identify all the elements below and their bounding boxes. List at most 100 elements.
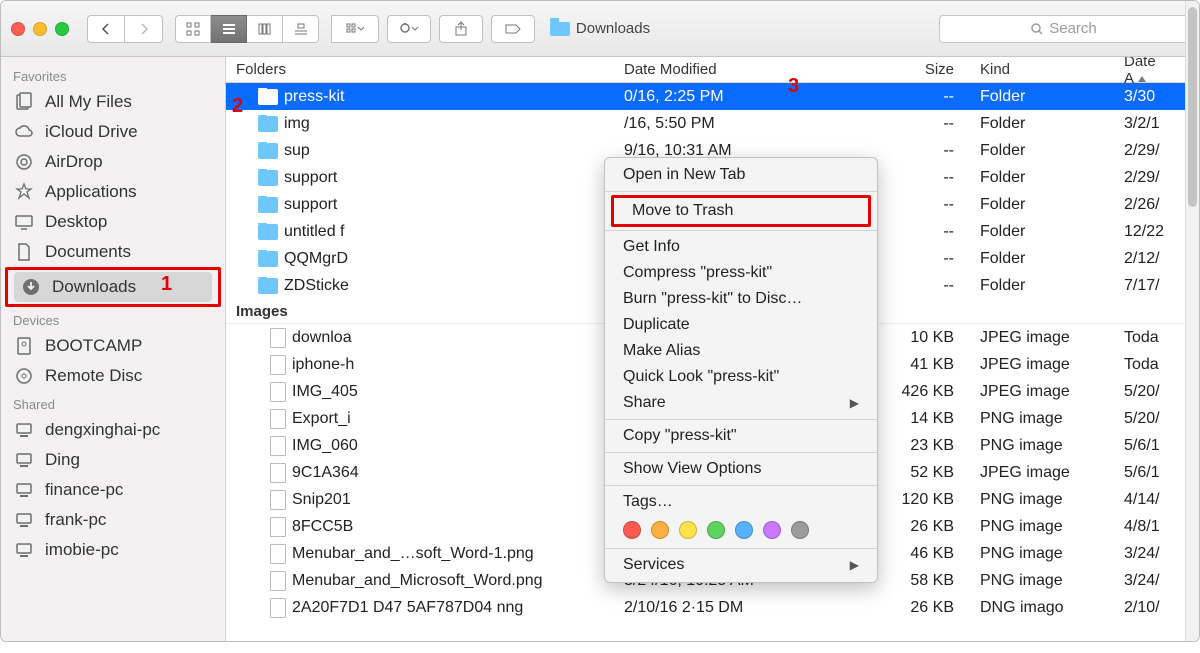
sidebar-item-label: imobie-pc bbox=[45, 540, 119, 560]
tags-button[interactable] bbox=[491, 15, 535, 43]
minimize-icon[interactable] bbox=[33, 22, 47, 36]
sidebar-item-label: Ding bbox=[45, 450, 80, 470]
column-view-button[interactable] bbox=[247, 15, 283, 43]
file-kind: JPEG image bbox=[964, 383, 1114, 401]
sidebar-item-label: Documents bbox=[45, 242, 131, 262]
menu-separator bbox=[605, 452, 877, 453]
vertical-scrollbar[interactable] bbox=[1185, 57, 1199, 641]
tag-color-dot[interactable] bbox=[763, 521, 781, 539]
column-name-header[interactable]: Folders bbox=[226, 61, 614, 78]
sidebar-item-icloud-drive[interactable]: iCloud Drive bbox=[1, 117, 225, 147]
sidebar-item-imobie-pc[interactable]: imobie-pc bbox=[1, 535, 225, 565]
file-added: Toda bbox=[1114, 356, 1164, 374]
tag-color-dot[interactable] bbox=[623, 521, 641, 539]
file-name: IMG_405 bbox=[292, 383, 358, 401]
file-kind: JPEG image bbox=[964, 329, 1114, 347]
menu-item-copy-press-kit[interactable]: Copy "press-kit" bbox=[605, 423, 877, 449]
menu-item-label: Get Info bbox=[623, 238, 680, 256]
file-kind: PNG image bbox=[964, 437, 1114, 455]
disc-icon bbox=[13, 365, 35, 387]
menu-item-compress-press-kit[interactable]: Compress "press-kit" bbox=[605, 260, 877, 286]
file-icon bbox=[270, 436, 286, 456]
menu-separator bbox=[605, 419, 877, 420]
sidebar-item-label: frank-pc bbox=[45, 510, 106, 530]
airdrop-icon bbox=[13, 151, 35, 173]
menu-item-share[interactable]: Share▶ bbox=[605, 390, 877, 416]
file-kind: PNG image bbox=[964, 518, 1114, 536]
back-button[interactable] bbox=[87, 15, 125, 43]
file-kind: Folder bbox=[964, 115, 1114, 133]
share-button[interactable] bbox=[439, 15, 483, 43]
sidebar-item-finance-pc[interactable]: finance-pc bbox=[1, 475, 225, 505]
file-name: img bbox=[284, 115, 310, 133]
zoom-icon[interactable] bbox=[55, 22, 69, 36]
search-input[interactable]: Search bbox=[939, 15, 1189, 43]
file-size: 10 KB bbox=[884, 329, 964, 347]
menu-item-make-alias[interactable]: Make Alias bbox=[605, 338, 877, 364]
tag-color-dot[interactable] bbox=[651, 521, 669, 539]
file-size: -- bbox=[884, 196, 964, 214]
file-added: 4/8/1 bbox=[1114, 518, 1164, 536]
submenu-arrow-icon: ▶ bbox=[850, 558, 859, 572]
menu-item-tags[interactable]: Tags… bbox=[605, 489, 877, 515]
file-icon bbox=[270, 544, 286, 564]
column-kind-header[interactable]: Kind bbox=[964, 61, 1114, 78]
annotation-2: 2 bbox=[232, 95, 243, 118]
sidebar-item-bootcamp[interactable]: BOOTCAMP bbox=[1, 331, 225, 361]
sidebar-item-remote-disc[interactable]: Remote Disc bbox=[1, 361, 225, 391]
file-kind: DNG imago bbox=[964, 599, 1114, 617]
sidebar-item-downloads[interactable]: Downloads bbox=[14, 272, 212, 302]
all-files-icon bbox=[13, 91, 35, 113]
sidebar-item-desktop[interactable]: Desktop bbox=[1, 207, 225, 237]
file-size: 58 KB bbox=[884, 572, 964, 590]
icon-view-button[interactable] bbox=[175, 15, 211, 43]
file-name: Snip201 bbox=[292, 491, 351, 509]
menu-item-get-info[interactable]: Get Info bbox=[605, 234, 877, 260]
tag-color-dot[interactable] bbox=[735, 521, 753, 539]
file-kind: Folder bbox=[964, 196, 1114, 214]
sidebar-item-applications[interactable]: Applications bbox=[1, 177, 225, 207]
action-button[interactable] bbox=[387, 15, 431, 43]
file-added: 5/20/ bbox=[1114, 383, 1164, 401]
list-view-button[interactable] bbox=[211, 15, 247, 43]
sidebar-item-dengxinghai-pc[interactable]: dengxinghai-pc bbox=[1, 415, 225, 445]
coverflow-view-button[interactable] bbox=[283, 15, 319, 43]
menu-item-label: Tags… bbox=[623, 493, 673, 511]
menu-item-open-in-new-tab[interactable]: Open in New Tab bbox=[605, 162, 877, 188]
file-row[interactable]: press-kit0/16, 2:25 PM--Folder3/30 bbox=[226, 83, 1199, 110]
menu-item-burn-press-kit-to-disc[interactable]: Burn "press-kit" to Disc… bbox=[605, 286, 877, 312]
file-icon bbox=[270, 490, 286, 510]
menu-item-services[interactable]: Services▶ bbox=[605, 552, 877, 578]
close-icon[interactable] bbox=[11, 22, 25, 36]
column-size-header[interactable]: Size bbox=[884, 61, 964, 78]
menu-item-duplicate[interactable]: Duplicate bbox=[605, 312, 877, 338]
file-name: Export_i bbox=[292, 410, 351, 428]
column-modified-header[interactable]: Date Modified bbox=[614, 61, 884, 78]
sidebar-item-airdrop[interactable]: AirDrop bbox=[1, 147, 225, 177]
scroll-thumb[interactable] bbox=[1188, 57, 1197, 207]
file-added: 3/2/1 bbox=[1114, 115, 1164, 133]
tag-color-dot[interactable] bbox=[679, 521, 697, 539]
arrange-button[interactable] bbox=[331, 15, 379, 43]
tag-color-dot[interactable] bbox=[707, 521, 725, 539]
menu-separator bbox=[605, 230, 877, 231]
menu-item-show-view-options[interactable]: Show View Options bbox=[605, 456, 877, 482]
tag-color-dot[interactable] bbox=[791, 521, 809, 539]
sidebar-item-all-my-files[interactable]: All My Files bbox=[1, 87, 225, 117]
sidebar-item-frank-pc[interactable]: frank-pc bbox=[1, 505, 225, 535]
search-placeholder: Search bbox=[1049, 20, 1097, 37]
menu-item-quick-look-press-kit[interactable]: Quick Look "press-kit" bbox=[605, 364, 877, 390]
disk-icon bbox=[13, 335, 35, 357]
menu-item-move-to-trash[interactable]: Move to Trash bbox=[614, 198, 868, 224]
forward-button[interactable] bbox=[125, 15, 163, 43]
sidebar-item-documents[interactable]: Documents bbox=[1, 237, 225, 267]
column-added-header[interactable]: Date A bbox=[1114, 57, 1164, 87]
file-size: 26 KB bbox=[884, 518, 964, 536]
sidebar-item-ding[interactable]: Ding bbox=[1, 445, 225, 475]
file-name: ZDSticke bbox=[284, 277, 349, 295]
pc-icon bbox=[13, 449, 35, 471]
file-row[interactable]: img/16, 5:50 PM--Folder3/2/1 bbox=[226, 110, 1199, 137]
file-row[interactable]: 2A20F7D1 D47 5AF787D04 nng2/10/16 2·15 D… bbox=[226, 594, 1199, 621]
file-size: -- bbox=[884, 169, 964, 187]
sidebar-item-label: Applications bbox=[45, 182, 137, 202]
